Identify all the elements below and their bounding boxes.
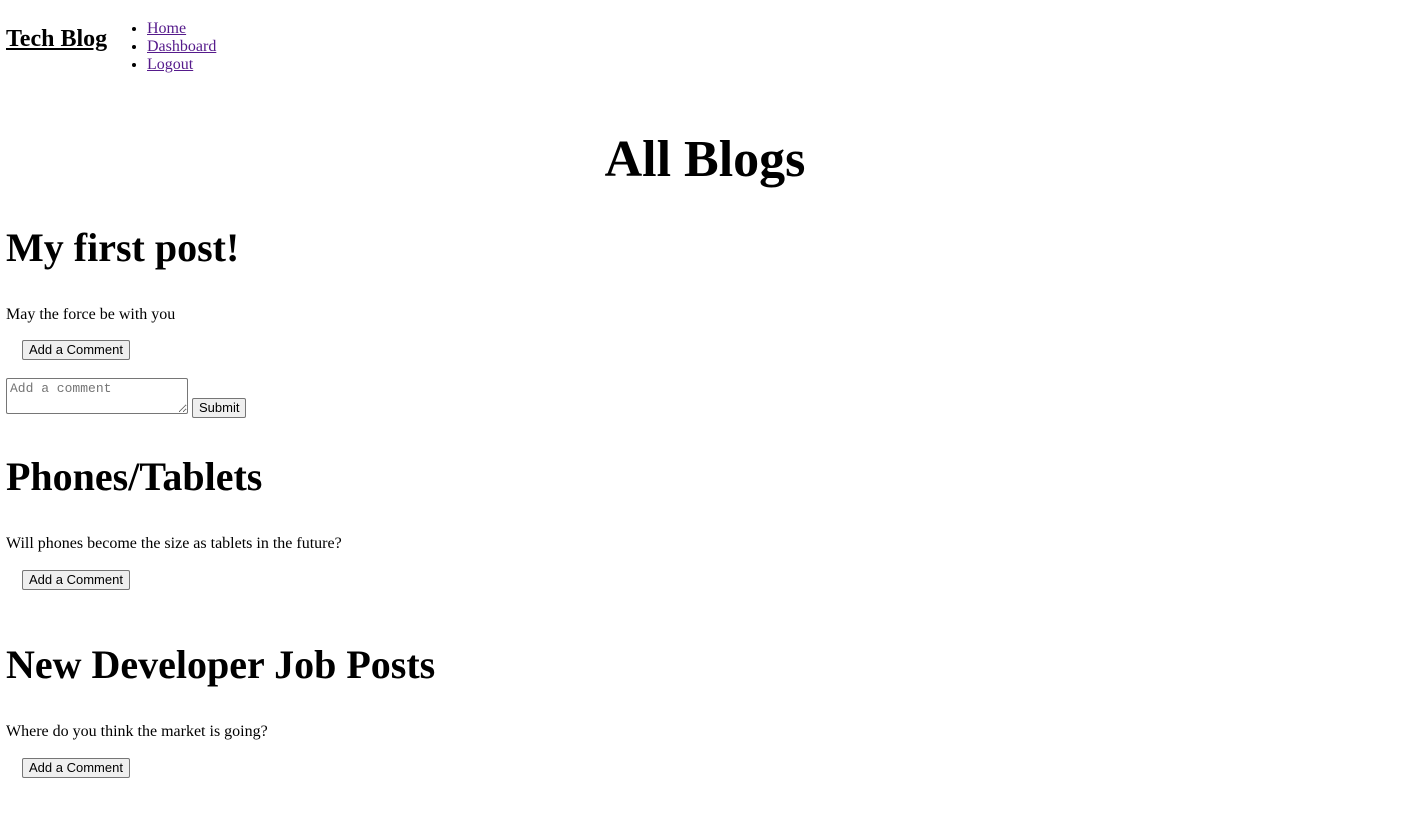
add-comment-button[interactable]: Add a Comment: [22, 570, 130, 590]
site-brand: Tech Blog: [6, 24, 107, 54]
post-body: Will phones become the size as tablets i…: [6, 535, 342, 552]
post-body: May the force be with you: [6, 306, 176, 323]
submit-comment-button[interactable]: Submit: [192, 398, 247, 418]
nav-item-home: Home: [147, 20, 216, 38]
post-title: New Developer Job Posts: [6, 642, 436, 687]
blog-post: Phones/Tablets Will phones become the si…: [6, 454, 1006, 590]
main-nav: Home Dashboard Logout: [107, 20, 216, 74]
page-title: All Blogs: [604, 131, 806, 188]
post-title: My first post!: [6, 225, 240, 270]
comment-input[interactable]: [6, 378, 188, 414]
blog-post: My first post! May the force be with you…: [6, 225, 1006, 418]
nav-link-dashboard[interactable]: Dashboard: [147, 38, 216, 55]
blog-post: New Developer Job Posts Where do you thi…: [6, 642, 1006, 778]
site-header: Tech Blog Home Dashboard Logout: [0, 0, 1410, 80]
nav-item-dashboard: Dashboard: [147, 38, 216, 56]
post-body: Where do you think the market is going?: [6, 723, 268, 740]
post-title: Phones/Tablets: [6, 454, 263, 499]
add-comment-button[interactable]: Add a Comment: [22, 340, 130, 360]
nav-item-logout: Logout: [147, 56, 216, 74]
nav-link-home[interactable]: Home: [147, 20, 186, 37]
nav-link-logout[interactable]: Logout: [147, 56, 193, 73]
add-comment-button[interactable]: Add a Comment: [22, 758, 130, 778]
brand-link[interactable]: Tech Blog: [6, 26, 107, 52]
